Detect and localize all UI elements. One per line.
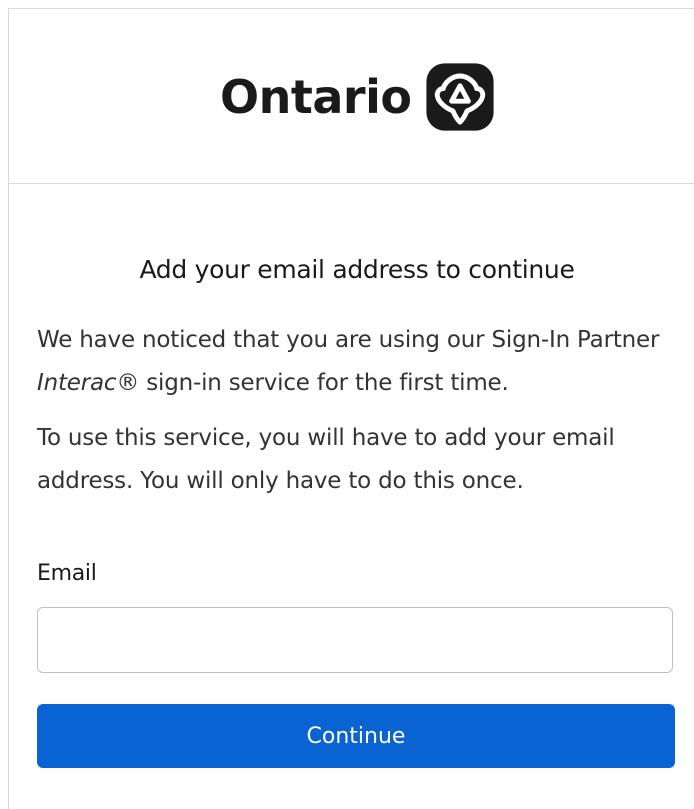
email-label: Email (37, 561, 97, 586)
intro-paragraph: We have noticed that you are using our S… (37, 319, 677, 405)
intro-text-before: We have noticed that you are using our S… (37, 327, 660, 353)
ontario-trillium-icon (426, 63, 495, 131)
interac-emphasis: Interac (37, 370, 117, 396)
page-title: Add your email address to continue (139, 255, 575, 284)
header: Ontario (9, 9, 694, 184)
continue-button[interactable]: Continue (37, 704, 675, 768)
brand-wordmark: Ontario (220, 70, 412, 124)
email-field[interactable] (37, 607, 673, 673)
sign-in-card: Ontario Add your email address to contin… (8, 8, 694, 809)
instructions-paragraph: To use this service, you will have to ad… (37, 425, 615, 494)
intro-text-after: ® sign-in service for the first time. (116, 370, 509, 396)
ontario-logo: Ontario (220, 61, 495, 133)
